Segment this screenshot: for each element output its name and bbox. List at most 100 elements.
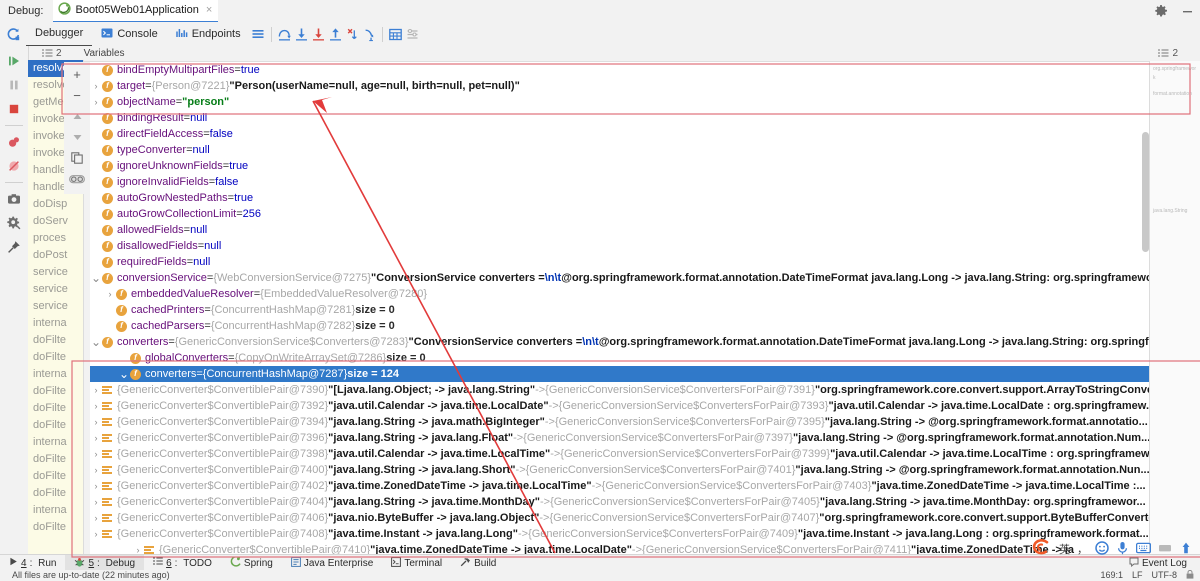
frame-row[interactable]: service: [28, 264, 83, 281]
caret-position[interactable]: 169:1: [1100, 570, 1123, 580]
chevron-right-icon[interactable]: ›: [104, 286, 116, 302]
sogou-icon[interactable]: [1030, 538, 1052, 561]
chevron-right-icon[interactable]: ›: [90, 382, 102, 398]
settings-filter-icon[interactable]: [404, 26, 421, 43]
tab-console[interactable]: Console: [92, 23, 166, 46]
resume-program-icon[interactable]: [2, 50, 26, 72]
variable-row[interactable]: ›fobjectName = "person": [90, 94, 1150, 110]
ime-extra-icon[interactable]: [1179, 541, 1193, 558]
chevron-right-icon[interactable]: ›: [90, 78, 102, 94]
frame-row[interactable]: doFilte: [28, 349, 83, 366]
variable-row[interactable]: fcachedPrinters = {ConcurrentHashMap@728…: [90, 302, 1150, 318]
step-into-icon[interactable]: [293, 26, 310, 43]
keyboard-icon[interactable]: [1136, 542, 1151, 557]
variable-row[interactable]: ›ftarget = {Person@7221} "Person(userNam…: [90, 78, 1150, 94]
chevron-right-icon[interactable]: ›: [90, 526, 102, 542]
variable-row[interactable]: frequiredFields = null: [90, 254, 1150, 270]
close-tab-icon[interactable]: ×: [206, 5, 212, 16]
variable-row[interactable]: fignoreInvalidFields = false: [90, 174, 1150, 190]
mute-breakpoints-icon[interactable]: [2, 155, 26, 177]
frame-row[interactable]: interna: [28, 315, 83, 332]
up-arrow-icon[interactable]: [66, 106, 88, 126]
down-arrow-icon[interactable]: [66, 127, 88, 147]
variable-row[interactable]: fignoreUnknownFields = true: [90, 158, 1150, 174]
chevron-right-icon[interactable]: ›: [90, 94, 102, 110]
variable-row[interactable]: ›{GenericConverter$ConvertiblePair@7390}…: [90, 382, 1150, 398]
variable-row[interactable]: ›{GenericConverter$ConvertiblePair@7402}…: [90, 478, 1150, 494]
pause-program-icon[interactable]: [2, 74, 26, 96]
frame-row[interactable]: interna: [28, 366, 83, 383]
frame-row[interactable]: doServ: [28, 213, 83, 230]
variable-row[interactable]: fautoGrowNestedPaths = true: [90, 190, 1150, 206]
frames-count-badge[interactable]: 2: [42, 48, 62, 59]
frame-row[interactable]: proces: [28, 230, 83, 247]
rerun-icon[interactable]: [0, 27, 26, 42]
frame-row[interactable]: doFilte: [28, 383, 83, 400]
pin-tab-icon[interactable]: [2, 236, 26, 258]
get-thread-dump-icon[interactable]: [2, 188, 26, 210]
tab-endpoints[interactable]: Endpoints: [167, 23, 250, 46]
variable-row[interactable]: fglobalConverters = {CopyOnWriteArraySet…: [90, 350, 1150, 366]
chevron-down-icon[interactable]: ⌄: [90, 334, 102, 350]
chevron-right-icon[interactable]: ›: [90, 478, 102, 494]
frame-row[interactable]: doDisp: [28, 196, 83, 213]
variable-row[interactable]: ›{GenericConverter$ConvertiblePair@7392}…: [90, 398, 1150, 414]
minimize-icon[interactable]: [1180, 4, 1194, 18]
settings-icon[interactable]: [2, 212, 26, 234]
force-step-into-icon[interactable]: [310, 26, 327, 43]
variable-row[interactable]: fcachedParsers = {ConcurrentHashMap@7282…: [90, 318, 1150, 334]
stop-icon[interactable]: [2, 98, 26, 120]
line-separator[interactable]: LF: [1132, 570, 1143, 580]
ime-mode-label[interactable]: 英: [1059, 541, 1070, 557]
tool-window-button-terminal[interactable]: Terminal: [382, 555, 451, 571]
variable-row[interactable]: ›{GenericConverter$ConvertiblePair@7410}…: [90, 542, 1150, 554]
variable-row[interactable]: ›{GenericConverter$ConvertiblePair@7400}…: [90, 462, 1150, 478]
run-to-cursor-icon[interactable]: [361, 26, 378, 43]
frame-row[interactable]: doFilte: [28, 485, 83, 502]
frame-row[interactable]: doFilte: [28, 332, 83, 349]
drop-frame-icon[interactable]: [344, 26, 361, 43]
frame-row[interactable]: doFilte: [28, 417, 83, 434]
view-breakpoints-icon[interactable]: [2, 131, 26, 153]
chevron-right-icon[interactable]: ›: [90, 494, 102, 510]
variable-row[interactable]: fallowedFields = null: [90, 222, 1150, 238]
variable-row[interactable]: ›{GenericConverter$ConvertiblePair@7408}…: [90, 526, 1150, 542]
variable-row[interactable]: fbindEmptyMultipartFiles = true: [90, 62, 1150, 78]
chevron-right-icon[interactable]: ›: [132, 542, 144, 554]
right-count-badge[interactable]: 2: [1158, 48, 1178, 59]
chevron-right-icon[interactable]: ›: [90, 430, 102, 446]
evaluate-icon[interactable]: [387, 26, 404, 43]
variable-row[interactable]: ›{GenericConverter$ConvertiblePair@7396}…: [90, 430, 1150, 446]
tab-debugger[interactable]: Debugger: [26, 22, 92, 47]
frame-row[interactable]: doPost: [28, 247, 83, 264]
variable-row[interactable]: ›{GenericConverter$ConvertiblePair@7404}…: [90, 494, 1150, 510]
run-configuration-tab[interactable]: Boot05Web01Application ×: [53, 0, 218, 23]
frame-row[interactable]: doFilte: [28, 519, 83, 536]
variable-row[interactable]: fbindingResult = null: [90, 110, 1150, 126]
frame-row[interactable]: interna: [28, 502, 83, 519]
variable-row[interactable]: ftypeConverter = null: [90, 142, 1150, 158]
tool-window-button-build[interactable]: Build: [451, 555, 505, 571]
frame-row[interactable]: doFilte: [28, 468, 83, 485]
chevron-right-icon[interactable]: ›: [90, 446, 102, 462]
variables-tree[interactable]: fbindEmptyMultipartFiles = true›ftarget …: [90, 62, 1150, 554]
minus-icon[interactable]: −: [66, 85, 88, 105]
frame-row[interactable]: service: [28, 298, 83, 315]
tool-window-button-java-enterprise[interactable]: Java Enterprise: [282, 555, 382, 571]
right-side-panel[interactable]: org.springframework format.annotation ja…: [1149, 61, 1200, 554]
layout-icon[interactable]: [250, 26, 267, 43]
chevron-right-icon[interactable]: ›: [90, 398, 102, 414]
frame-row[interactable]: doFilte: [28, 400, 83, 417]
variable-row[interactable]: ›{GenericConverter$ConvertiblePair@7406}…: [90, 510, 1150, 526]
variable-row[interactable]: ⌄fconverters = {ConcurrentHashMap@7287} …: [90, 366, 1150, 382]
gear-icon[interactable]: [1154, 4, 1168, 18]
frame-row[interactable]: doFilte: [28, 451, 83, 468]
variable-row[interactable]: ›{GenericConverter$ConvertiblePair@7398}…: [90, 446, 1150, 462]
variable-row[interactable]: ⌄fconverters = {GenericConversionService…: [90, 334, 1150, 350]
more-icon[interactable]: [1158, 542, 1172, 557]
file-encoding[interactable]: UTF-8: [1152, 570, 1178, 580]
ime-punctuation-label[interactable]: ，: [1077, 541, 1088, 557]
tool-window-button-spring[interactable]: Spring: [221, 555, 282, 571]
copy-icon[interactable]: [66, 148, 88, 168]
variable-row[interactable]: fautoGrowCollectionLimit = 256: [90, 206, 1150, 222]
